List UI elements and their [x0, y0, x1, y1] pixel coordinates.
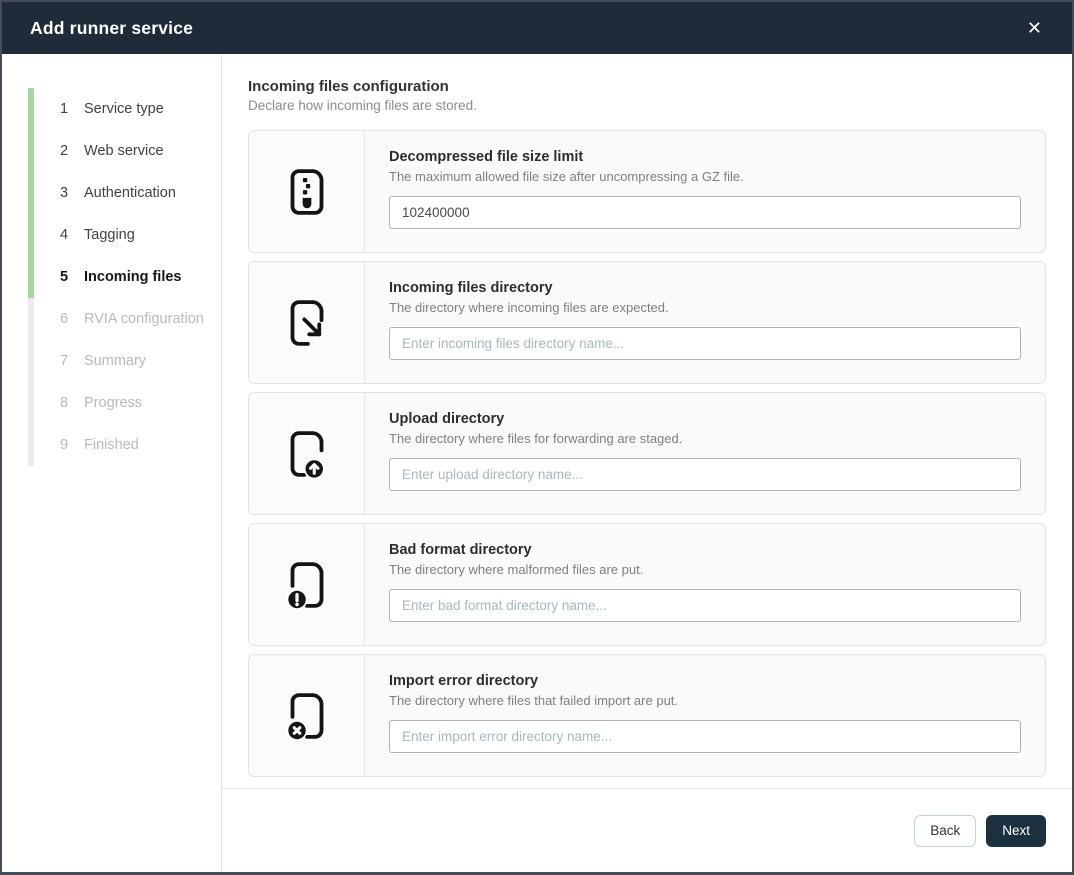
dialog-body: 1 Service type 2 Web service 3 Authentic… — [2, 54, 1072, 872]
card-description: The directory where files that failed im… — [389, 693, 1021, 708]
step-label: Web service — [84, 143, 164, 159]
card-incoming-files-directory: Incoming files directory The directory w… — [248, 261, 1046, 384]
step-label: Authentication — [84, 185, 176, 201]
card-title: Bad format directory — [389, 542, 1021, 558]
config-cards: Decompressed file size limit The maximum… — [248, 130, 1046, 777]
sidebar-step-rvia-configuration[interactable]: 6 RVIA configuration — [28, 298, 221, 340]
card-bad-format-directory: Bad format directory The directory where… — [248, 523, 1046, 646]
dialog-header: Add runner service ✕ — [2, 2, 1072, 54]
add-runner-service-dialog: Add runner service ✕ 1 Service type 2 We… — [0, 0, 1074, 875]
card-icon-panel — [249, 393, 365, 514]
card-title: Import error directory — [389, 673, 1021, 689]
bad-format-file-icon — [278, 556, 336, 614]
sidebar-step-progress[interactable]: 8 Progress — [28, 382, 221, 424]
card-decompressed-file-size-limit: Decompressed file size limit The maximum… — [248, 130, 1046, 253]
close-icon[interactable]: ✕ — [1021, 15, 1048, 41]
step-content: Incoming files configuration Declare how… — [222, 54, 1072, 785]
step-label: Summary — [84, 353, 146, 369]
card-icon-panel — [249, 655, 365, 776]
dialog-title: Add runner service — [30, 18, 193, 39]
card-icon-panel — [249, 131, 365, 252]
step-label: Finished — [84, 437, 139, 453]
incoming-file-icon — [278, 294, 336, 352]
card-title: Incoming files directory — [389, 280, 1021, 296]
zip-file-icon — [278, 163, 336, 221]
step-number: 9 — [56, 437, 72, 453]
import-error-file-icon — [278, 687, 336, 745]
decompressed-file-size-limit-input[interactable] — [389, 196, 1021, 229]
incoming-files-directory-input[interactable] — [389, 327, 1021, 360]
sidebar-step-tagging[interactable]: 4 Tagging — [28, 214, 221, 256]
dialog-footer: Back Next — [222, 788, 1072, 872]
card-description: The directory where files for forwarding… — [389, 431, 1021, 446]
back-button[interactable]: Back — [914, 815, 976, 847]
card-title: Decompressed file size limit — [389, 149, 1021, 165]
step-label: Progress — [84, 395, 142, 411]
card-description: The maximum allowed file size after unco… — [389, 169, 1021, 184]
card-import-error-directory: Import error directory The directory whe… — [248, 654, 1046, 777]
sidebar-step-incoming-files[interactable]: 5 Incoming files — [28, 256, 221, 298]
step-number: 1 — [56, 101, 72, 117]
card-upload-directory: Upload directory The directory where fil… — [248, 392, 1046, 515]
step-label: RVIA configuration — [84, 311, 204, 327]
wizard-sidebar: 1 Service type 2 Web service 3 Authentic… — [2, 54, 222, 872]
card-description: The directory where malformed files are … — [389, 562, 1021, 577]
step-label: Service type — [84, 101, 164, 117]
step-number: 2 — [56, 143, 72, 159]
step-number: 6 — [56, 311, 72, 327]
page-title: Incoming files configuration — [248, 78, 1046, 95]
step-number: 7 — [56, 353, 72, 369]
next-button[interactable]: Next — [986, 815, 1046, 847]
card-icon-panel — [249, 262, 365, 383]
card-title: Upload directory — [389, 411, 1021, 427]
sidebar-step-service-type[interactable]: 1 Service type — [28, 88, 221, 130]
step-number: 4 — [56, 227, 72, 243]
step-number: 3 — [56, 185, 72, 201]
sidebar-step-web-service[interactable]: 2 Web service — [28, 130, 221, 172]
step-label: Tagging — [84, 227, 135, 243]
upload-directory-input[interactable] — [389, 458, 1021, 491]
step-number: 5 — [56, 269, 72, 285]
step-number: 8 — [56, 395, 72, 411]
page-subtitle: Declare how incoming files are stored. — [248, 98, 1046, 113]
card-icon-panel — [249, 524, 365, 645]
sidebar-step-summary[interactable]: 7 Summary — [28, 340, 221, 382]
main-panel: Incoming files configuration Declare how… — [222, 54, 1072, 872]
upload-file-icon — [278, 425, 336, 483]
wizard-steps: 1 Service type 2 Web service 3 Authentic… — [28, 88, 221, 466]
sidebar-step-finished[interactable]: 9 Finished — [28, 424, 221, 466]
card-description: The directory where incoming files are e… — [389, 300, 1021, 315]
step-label: Incoming files — [84, 269, 182, 285]
bad-format-directory-input[interactable] — [389, 589, 1021, 622]
sidebar-step-authentication[interactable]: 3 Authentication — [28, 172, 221, 214]
import-error-directory-input[interactable] — [389, 720, 1021, 753]
